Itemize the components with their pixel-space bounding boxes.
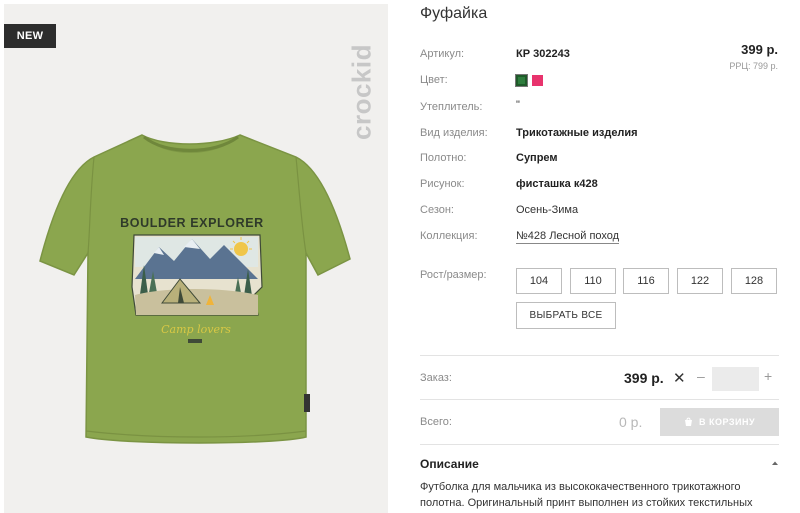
product-image[interactable]: NEW crockid BOULDER EXPLORER Camp lovers (4, 4, 388, 513)
quantity-input[interactable] (712, 367, 759, 391)
collection-link[interactable]: №428 Лесной поход (516, 230, 620, 244)
size-label: Рост/размер: (420, 269, 487, 281)
description-text: Футболка для мальчика из высококачествен… (420, 481, 753, 509)
select-all-sizes-button[interactable]: ВЫБРАТЬ ВСЕ (516, 302, 616, 329)
product-price: 399 р. (741, 42, 778, 57)
type-label: Вид изделия: (420, 127, 488, 139)
description-title: Описание (420, 457, 479, 471)
product-title: Фуфайка (420, 5, 488, 22)
divider (420, 444, 779, 445)
order-label: Заказ: (420, 372, 452, 384)
insulation-label: Утеплитель: (420, 101, 483, 113)
print-label: Рисунок: (420, 178, 465, 190)
size-option-116[interactable]: 116 (623, 268, 669, 294)
order-price: 399 р. (624, 370, 664, 386)
type-value: Трикотажные изделия (516, 127, 638, 139)
collection-label: Коллекция: (420, 230, 478, 242)
season-label: Сезон: (420, 204, 454, 216)
remove-icon[interactable]: ✕ (673, 369, 686, 387)
print-tagline: Camp lovers (161, 323, 231, 336)
season-value: Осень-Зима (516, 204, 579, 216)
tshirt-illustration: BOULDER EXPLORER Camp lovers (39, 134, 351, 444)
chevron-up-icon[interactable] (771, 460, 779, 466)
quantity-increase-button[interactable]: + (764, 368, 772, 384)
quantity-decrease-button[interactable]: – (697, 368, 705, 384)
fabric-value: Супрем (516, 152, 558, 164)
size-option-110[interactable]: 110 (570, 268, 616, 294)
recommended-retail-price: РРЦ: 799 р. (729, 61, 778, 71)
color-swatch-green[interactable] (515, 74, 528, 87)
print-value: фисташка к428 (516, 178, 598, 190)
fabric-label: Полотно: (420, 152, 467, 164)
article-value: КР 302243 (516, 48, 570, 60)
cart-icon (684, 417, 692, 426)
color-swatch-pink[interactable] (532, 75, 543, 86)
size-option-128[interactable]: 128 (731, 268, 777, 294)
total-value: 0 р. (619, 414, 643, 430)
divider (420, 355, 779, 356)
size-option-122[interactable]: 122 (677, 268, 723, 294)
divider (420, 399, 779, 400)
insulation-value: " (516, 99, 520, 111)
add-to-cart-label: В КОРЗИНУ (698, 417, 756, 427)
article-label: Артикул: (420, 48, 465, 60)
new-badge: NEW (4, 24, 56, 48)
total-label: Всего: (420, 416, 452, 428)
print-headline: BOULDER EXPLORER (120, 216, 264, 230)
size-option-104[interactable]: 104 (516, 268, 562, 294)
add-to-cart-button[interactable]: В КОРЗИНУ (660, 408, 779, 436)
color-label: Цвет: (420, 74, 448, 86)
